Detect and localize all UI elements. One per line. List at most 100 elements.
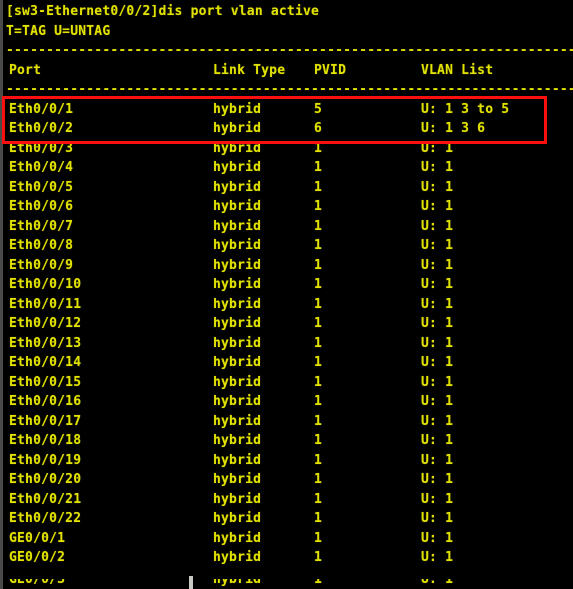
terminal-screen[interactable]: [sw3-Ethernet0/0/2]dis port vlan active …	[3, 0, 573, 589]
table-row: GE0/0/1 hybrid 1 U: 1	[3, 529, 573, 549]
cell-vlan-list: U: 1	[421, 413, 454, 429]
cell-link-type: hybrid	[213, 472, 262, 487]
legend-line: T=TAG U=UNTAG	[6, 23, 111, 39]
cell-port: Eth0/0/2	[9, 121, 74, 136]
table-row: Eth0/0/1 hybrid 5 U: 1 3 to 5	[3, 100, 573, 120]
cell-link-type: hybrid	[213, 121, 262, 136]
cell-port: Eth0/0/8	[9, 238, 74, 253]
cell-link-type: hybrid	[213, 530, 262, 546]
cell-port: Eth0/0/22	[9, 511, 82, 526]
cell-vlan-list: U: 1	[421, 277, 454, 292]
table-row: Eth0/0/15 hybrid 1 U: 1	[3, 373, 573, 393]
cell-pvid: 1	[314, 257, 323, 273]
cell-link-type: hybrid	[213, 199, 262, 214]
cell-port: Eth0/0/5	[9, 179, 74, 195]
header-link-type: Link Type	[213, 62, 286, 78]
cell-link-type: hybrid	[213, 433, 262, 448]
cell-vlan-list: U: 1	[421, 452, 454, 468]
cell-vlan-list: U: 1	[421, 160, 454, 175]
table-row: Eth0/0/20 hybrid 1 U: 1	[3, 470, 573, 490]
table-row: Eth0/0/5 hybrid 1 U: 1	[3, 178, 573, 198]
cell-vlan-list: U: 1	[421, 238, 454, 253]
cell-link-type: hybrid	[213, 296, 262, 312]
cell-pvid: 5	[314, 101, 323, 117]
cell-port: Eth0/0/15	[9, 374, 82, 390]
table-header-row: Port Link Type PVID VLAN List	[3, 61, 573, 81]
cell-pvid: 1	[314, 394, 323, 409]
cell-link-type: hybrid	[213, 550, 262, 565]
cell-pvid: 1	[314, 199, 323, 214]
cell-port: Eth0/0/18	[9, 433, 82, 448]
table-row: Eth0/0/10 hybrid 1 U: 1	[3, 275, 573, 295]
table-row: Eth0/0/14 hybrid 1 U: 1	[3, 353, 573, 373]
cell-vlan-list: U: 1	[421, 199, 454, 214]
table-row: Eth0/0/12 hybrid 1 U: 1	[3, 314, 573, 334]
cell-port: Eth0/0/16	[9, 394, 82, 409]
cell-link-type: hybrid	[213, 394, 262, 409]
cell-vlan-list: U: 1 3 to 5	[421, 101, 510, 117]
table-row: Eth0/0/11 hybrid 1 U: 1	[3, 295, 573, 315]
cell-link-type: hybrid	[213, 413, 262, 429]
cell-pvid: 1	[314, 550, 323, 565]
table-row: Eth0/0/17 hybrid 1 U: 1	[3, 412, 573, 432]
prompt-line: [sw3-Ethernet0/0/2]dis port vlan active	[6, 4, 320, 19]
cell-pvid: 1	[314, 413, 323, 429]
cell-vlan-list: U: 1	[421, 257, 454, 273]
cell-link-type: hybrid	[213, 579, 262, 587]
cell-link-type: hybrid	[213, 491, 262, 507]
cell-port: Eth0/0/19	[9, 452, 82, 468]
table-row: Eth0/0/3 hybrid 1 U: 1	[3, 139, 573, 159]
cell-port: Eth0/0/7	[9, 218, 74, 234]
cell-pvid: 1	[314, 238, 323, 253]
cell-link-type: hybrid	[213, 101, 262, 117]
cell-port: Eth0/0/1	[9, 101, 74, 117]
cell-vlan-list: U: 1	[421, 579, 454, 587]
cell-port: Eth0/0/17	[9, 413, 82, 429]
cell-vlan-list: U: 1	[421, 472, 454, 487]
cell-link-type: hybrid	[213, 355, 262, 370]
cell-link-type: hybrid	[213, 374, 262, 390]
cell-port: GE0/0/1	[9, 530, 66, 546]
cell-pvid: 1	[314, 179, 323, 195]
cell-vlan-list: U: 1	[421, 530, 454, 546]
cell-link-type: hybrid	[213, 257, 262, 273]
cell-link-type: hybrid	[213, 238, 262, 253]
cell-port: GE0/0/2	[9, 550, 66, 565]
cell-pvid: 1	[314, 579, 323, 587]
cell-pvid: 1	[314, 140, 323, 156]
cell-link-type: hybrid	[213, 140, 262, 156]
cell-vlan-list: U: 1	[421, 511, 454, 526]
header-vlan-list: VLAN List	[421, 62, 494, 78]
cell-pvid: 1	[314, 374, 323, 390]
cell-port: Eth0/0/14	[9, 355, 82, 370]
cell-link-type: hybrid	[213, 511, 262, 526]
text-cursor	[189, 576, 193, 589]
cell-vlan-list: U: 1	[421, 316, 454, 331]
partial-next-row: GE0/0/3 hybrid 1 U: 1	[3, 579, 573, 589]
cell-pvid: 1	[314, 452, 323, 468]
separator-top: ----------------------------------------…	[6, 43, 573, 58]
table-row: Eth0/0/18 hybrid 1 U: 1	[3, 431, 573, 451]
table-row: Eth0/0/21 hybrid 1 U: 1	[3, 490, 573, 510]
cell-port: Eth0/0/9	[9, 257, 74, 273]
table-row: GE0/0/3 hybrid 1 U: 1	[3, 579, 573, 589]
cell-pvid: 1	[314, 433, 323, 448]
cell-pvid: 1	[314, 491, 323, 507]
cell-port: Eth0/0/3	[9, 140, 74, 156]
cell-link-type: hybrid	[213, 160, 262, 175]
cell-link-type: hybrid	[213, 335, 262, 351]
terminal-window[interactable]: [sw3-Ethernet0/0/2]dis port vlan active …	[0, 0, 573, 589]
cell-pvid: 1	[314, 335, 323, 351]
cell-vlan-list: U: 1	[421, 491, 454, 507]
cell-vlan-list: U: 1	[421, 218, 454, 234]
cell-port: Eth0/0/20	[9, 472, 82, 487]
cell-port: Eth0/0/12	[9, 316, 82, 331]
cell-pvid: 1	[314, 218, 323, 234]
table-row: Eth0/0/4 hybrid 1 U: 1	[3, 158, 573, 178]
cell-pvid: 1	[314, 316, 323, 331]
cell-pvid: 1	[314, 511, 323, 526]
cell-link-type: hybrid	[213, 316, 262, 331]
cell-port: Eth0/0/21	[9, 491, 82, 507]
cell-pvid: 1	[314, 160, 323, 175]
cell-port: Eth0/0/10	[9, 277, 82, 292]
